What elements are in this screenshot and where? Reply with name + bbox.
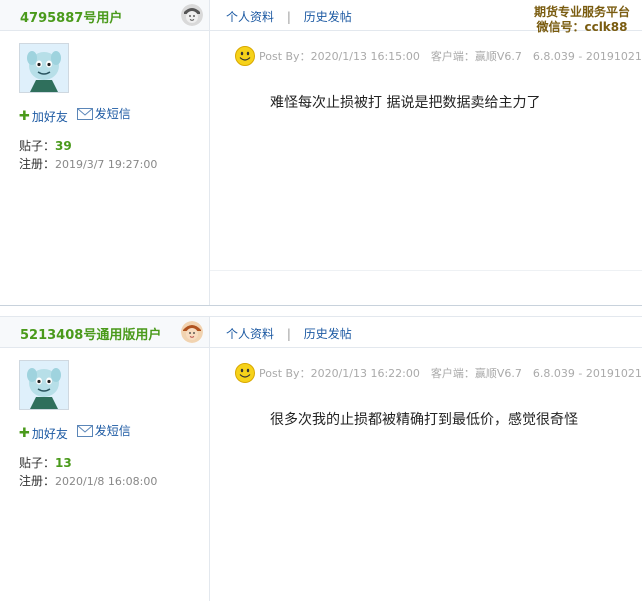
smiley-icon [235, 46, 255, 66]
avatar[interactable] [19, 360, 69, 410]
author-header: 4795887号用户 [0, 0, 209, 31]
register-date: 注册：2019/3/7 19:27:00 [19, 155, 157, 172]
post-content: 很多次我的止损都被精确打到最低价，感觉很奇怪 [270, 412, 578, 428]
envelope-icon [76, 424, 93, 437]
register-label: 注册： [19, 157, 56, 171]
add-friend-button[interactable]: ✚ 加好友 [19, 425, 68, 442]
client-version: 6.8.039 - 20191021 [532, 366, 642, 380]
author-header: 5213408号通用版用户 [0, 317, 209, 348]
client-version: 6.8.039 - 20191021 [532, 49, 642, 63]
post-header: 个人资料 | 历史发帖 [210, 317, 642, 348]
post-footer-line [210, 270, 642, 271]
post-meta: Post By：2020/1/13 16:15:00 客户端：赢顺V6.7 6.… [235, 46, 642, 66]
profile-link[interactable]: 个人资料 [226, 10, 274, 24]
post-nav: 个人资料 | 历史发帖 [226, 325, 352, 342]
post-count: 贴子：39 [19, 137, 72, 154]
author-actions: ✚ 加好友 发短信 [19, 422, 136, 442]
author-panel: 5213408号通用版用户 ✚ 加好友 发短信 贴子：13 注册：2020/1/… [0, 317, 210, 601]
post-time: Post By：2020/1/13 16:15:00 [259, 50, 420, 63]
history-posts-link[interactable]: 历史发帖 [304, 10, 352, 24]
send-message-label: 发短信 [94, 107, 131, 121]
username-link[interactable]: 4795887号用户 [20, 7, 122, 26]
post-nav: 个人资料 | 历史发帖 [226, 8, 352, 25]
add-friend-label: 加好友 [31, 109, 68, 124]
send-message-label: 发短信 [94, 424, 131, 438]
send-message-button[interactable]: 发短信 [76, 105, 131, 122]
post-count-value: 13 [55, 456, 72, 470]
client-info: 客户端：赢顺V6.7 [430, 367, 522, 380]
history-posts-link[interactable]: 历史发帖 [304, 327, 352, 341]
add-friend-label: 加好友 [31, 426, 68, 441]
author-panel: 4795887号用户 ✚ 加好友 发短信 贴子：39 注册：2019/3/7 1… [0, 0, 210, 305]
post-time: Post By：2020/1/13 16:22:00 [259, 367, 420, 380]
nav-separator: | [286, 10, 291, 24]
register-date-value: 2019/3/7 19:27:00 [55, 158, 158, 171]
register-label: 注册： [19, 474, 56, 488]
plus-icon: ✚ [19, 108, 30, 124]
username-link[interactable]: 5213408号通用版用户 [20, 324, 161, 343]
post-2: 5213408号通用版用户 ✚ 加好友 发短信 贴子：13 注册：2020/1/… [0, 317, 642, 601]
brand-line-2: 微信号：cclk88 [536, 20, 628, 34]
nav-separator: | [286, 327, 291, 341]
avatar[interactable] [19, 43, 69, 93]
small-avatar-icon [181, 4, 203, 26]
post-meta: Post By：2020/1/13 16:22:00 客户端：赢顺V6.7 6.… [235, 363, 642, 383]
post-count: 贴子：13 [19, 454, 72, 471]
post-1: 4795887号用户 ✚ 加好友 发短信 贴子：39 注册：2019/3/7 1… [0, 0, 642, 305]
register-date: 注册：2020/1/8 16:08:00 [19, 472, 157, 489]
smiley-icon [235, 363, 255, 383]
plus-icon: ✚ [19, 425, 30, 441]
author-actions: ✚ 加好友 发短信 [19, 105, 136, 125]
post-count-value: 39 [55, 139, 72, 153]
brand-watermark: 期货专业服务平台 微信号：cclk88 [534, 5, 630, 35]
profile-link[interactable]: 个人资料 [226, 327, 274, 341]
post-count-label: 贴子： [19, 456, 56, 470]
post-divider [0, 305, 642, 317]
client-info: 客户端：赢顺V6.7 [430, 50, 522, 63]
brand-line-1: 期货专业服务平台 [533, 5, 630, 19]
post-header: 个人资料 | 历史发帖 期货专业服务平台 微信号：cclk88 [210, 0, 642, 34]
send-message-button[interactable]: 发短信 [76, 422, 131, 439]
add-friend-button[interactable]: ✚ 加好友 [19, 108, 68, 125]
small-avatar-icon [181, 321, 203, 343]
post-content: 难怪每次止损被打 据说是把数据卖给主力了 [270, 95, 541, 111]
envelope-icon [76, 107, 93, 120]
post-count-label: 贴子： [19, 139, 56, 153]
register-date-value: 2020/1/8 16:08:00 [55, 475, 158, 488]
